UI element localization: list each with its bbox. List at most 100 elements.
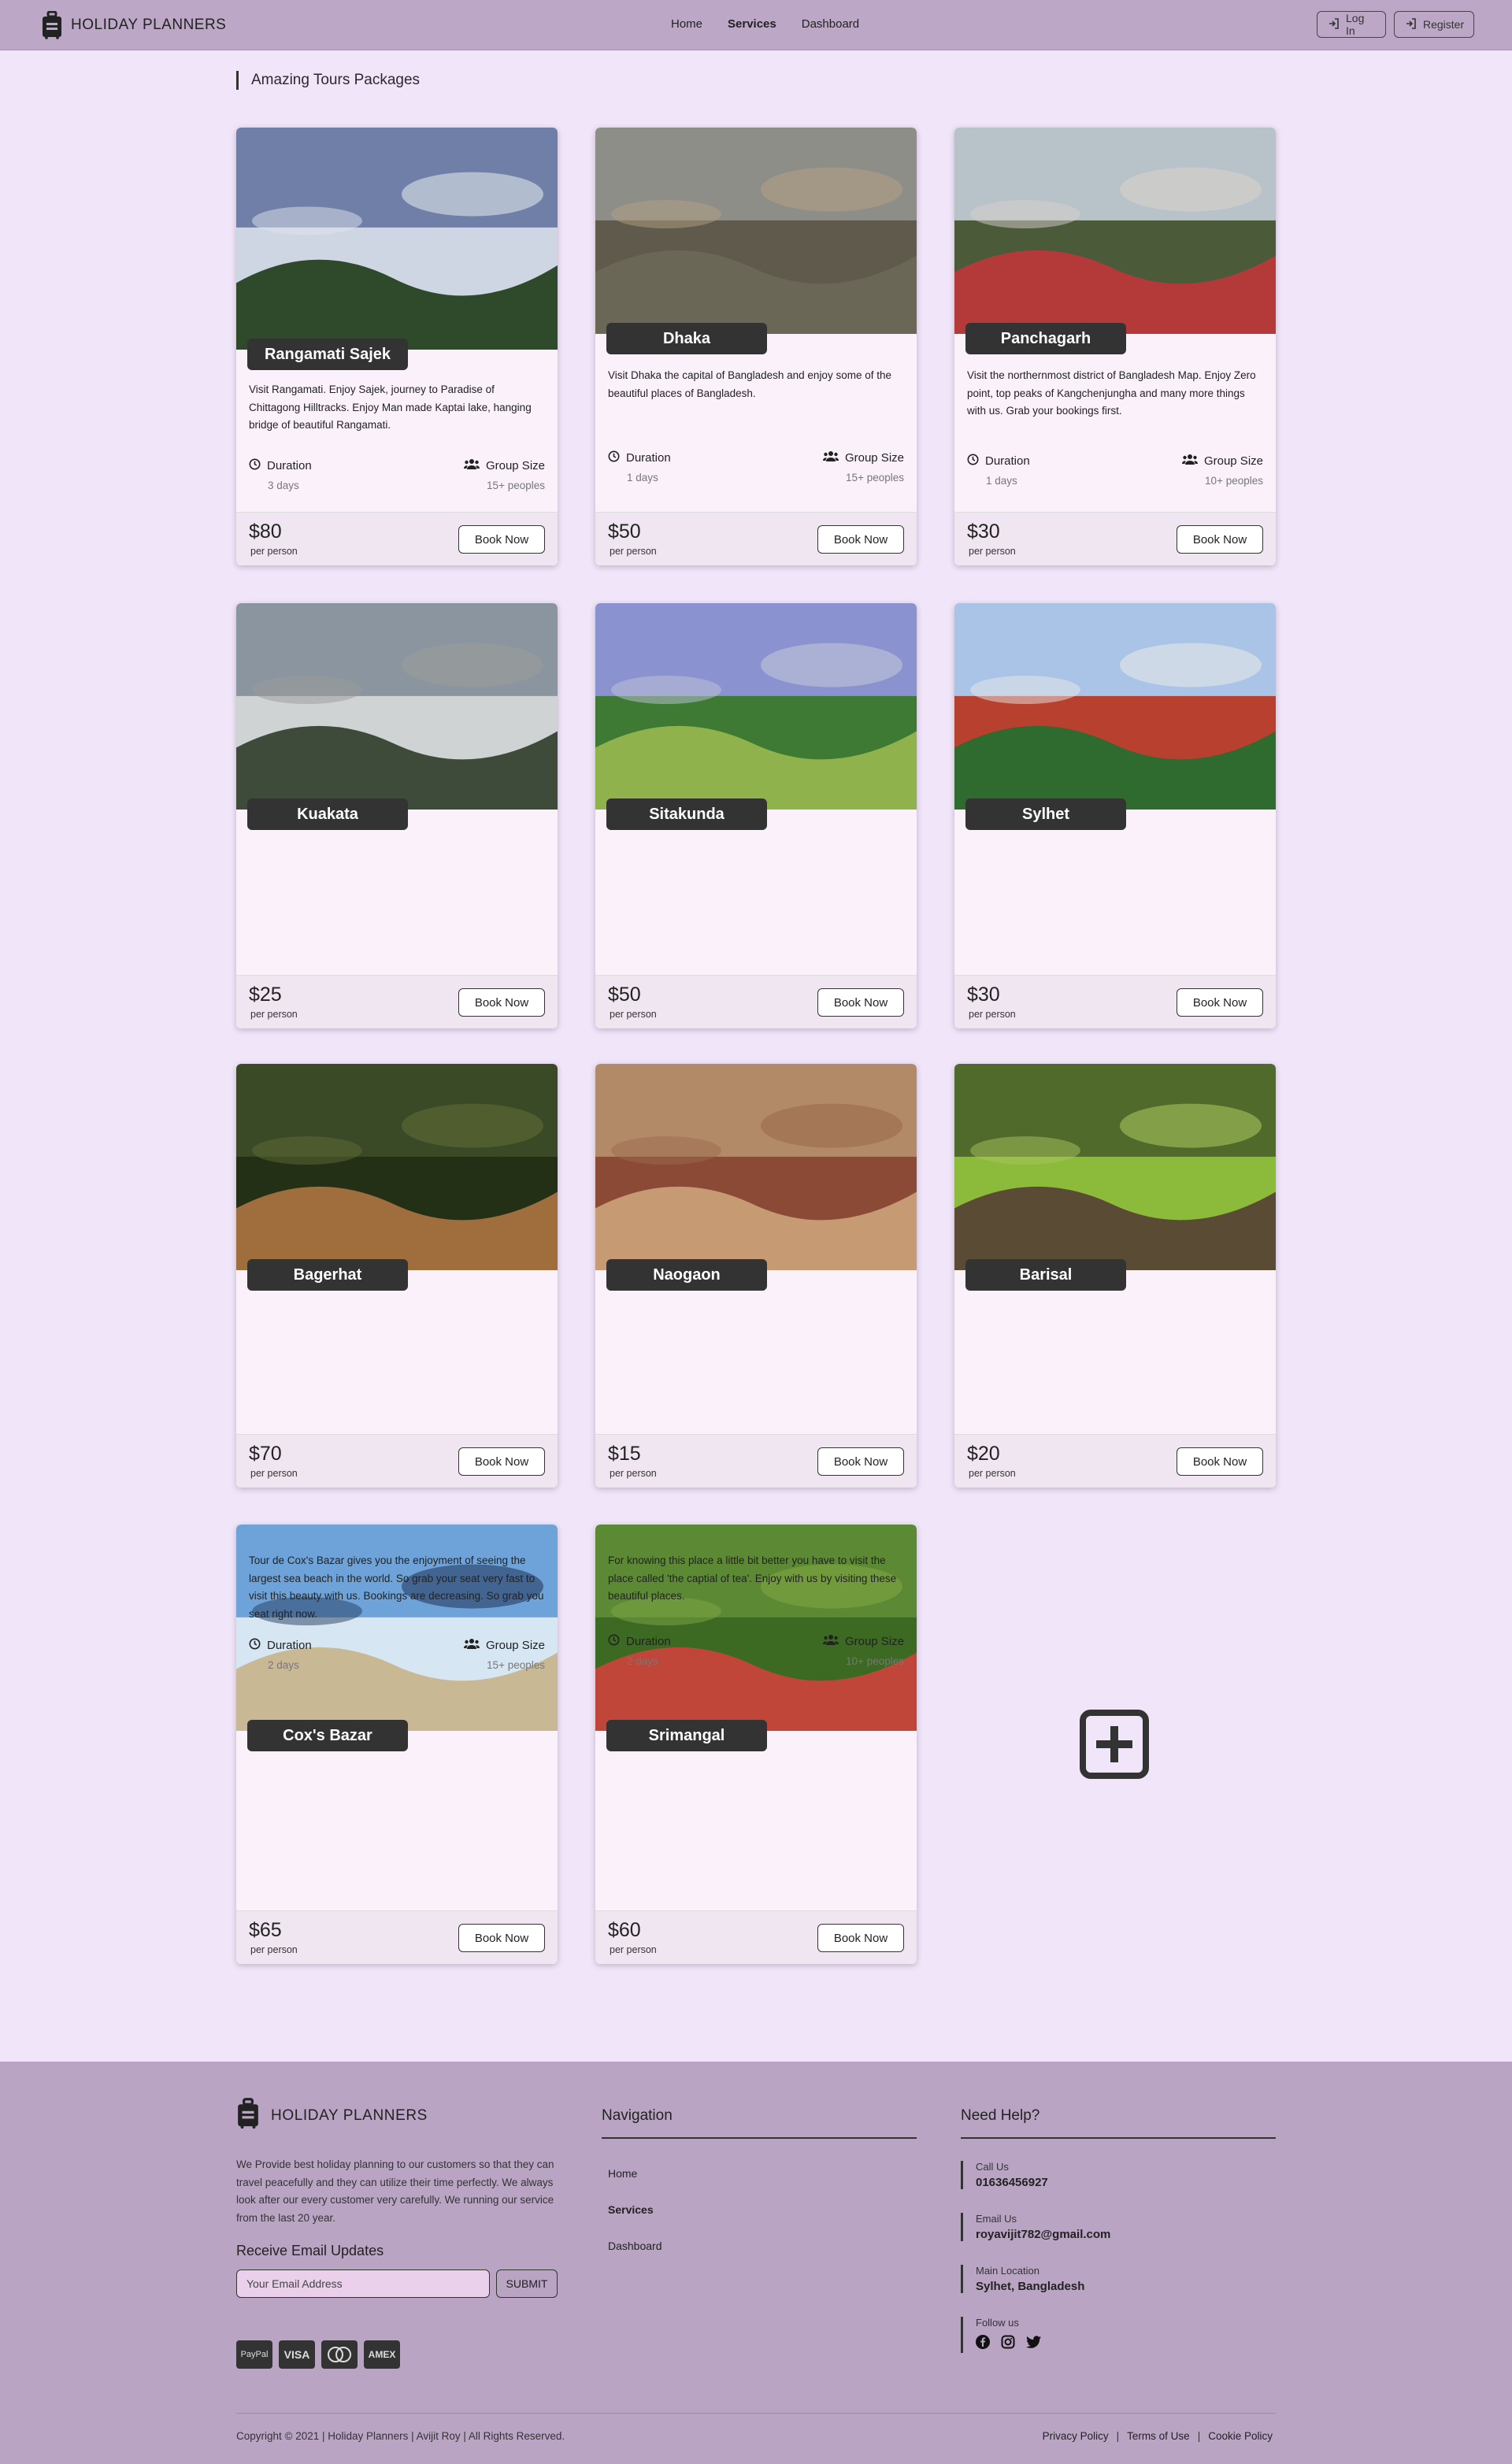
tour-price: $20 (967, 1443, 1000, 1465)
login-label: Log In (1346, 12, 1365, 37)
group-size-label: Group Size (844, 1635, 904, 1648)
tour-meta: Duration 3 days Group Size 15+ peoples (249, 458, 545, 493)
tour-description: Visit the northernmost district of Bangl… (967, 369, 1256, 417)
group-size-value: 15+ peoples (487, 480, 545, 491)
tour-card: SylhetThis is the chance to visit Sylhet… (954, 603, 1276, 1028)
card-footer: $80 per person Book Now (236, 512, 558, 565)
footer-nav-title: Navigation (602, 2107, 673, 2124)
tour-image (595, 1064, 917, 1270)
book-now-button[interactable]: Book Now (458, 988, 545, 1017)
tour-image (236, 603, 558, 810)
book-now-button[interactable]: Book Now (458, 1924, 545, 1952)
per-person-label: per person (969, 1468, 1016, 1479)
card-footer: $30 per person Book Now (954, 975, 1276, 1028)
email-input[interactable]: Your Email Address (236, 2269, 490, 2298)
per-person-label: per person (250, 1009, 298, 1020)
nav-home[interactable]: Home (671, 17, 702, 31)
amex-icon: AMEX (364, 2340, 400, 2369)
footer-brand[interactable]: HOLIDAY PLANNERS (236, 2098, 428, 2133)
tour-card: Dhaka Visit Dhaka the capital of Banglade… (595, 128, 917, 565)
footer-link-services[interactable]: Services (608, 2203, 654, 2216)
call-value[interactable]: 01636456927 (976, 2176, 1048, 2189)
tour-description: For knowing this place a little bit bett… (608, 1554, 897, 1602)
tour-image (595, 128, 917, 334)
tour-name: Rangamati Sajek (247, 339, 408, 370)
duration-block: Duration 1 days (608, 450, 671, 484)
call-label: Call Us (976, 2161, 1009, 2173)
group-size-label: Group Size (844, 451, 904, 465)
plus-square-icon (1079, 1710, 1150, 1783)
register-button[interactable]: Register (1394, 11, 1474, 38)
card-footer: $25 per person Book Now (236, 975, 558, 1028)
tour-price: $60 (608, 1919, 641, 1941)
group-size-value: 15+ peoples (846, 472, 904, 484)
book-now-button[interactable]: Book Now (458, 1447, 545, 1476)
users-icon (1181, 454, 1198, 469)
duration-block: Duration 2 days (249, 1638, 312, 1671)
book-now-button[interactable]: Book Now (817, 1447, 904, 1476)
facebook-icon[interactable] (976, 2335, 990, 2353)
users-icon (463, 458, 480, 473)
social-links (976, 2335, 1042, 2353)
book-now-button[interactable]: Book Now (1177, 988, 1263, 1017)
login-button[interactable]: Log In (1317, 11, 1386, 38)
email-value[interactable]: royavijit782@gmail.com (976, 2228, 1110, 2241)
tour-name: Dhaka (606, 323, 767, 354)
add-package-button[interactable] (1079, 1709, 1150, 1780)
help-call: Call Us 01636456927 (961, 2161, 1048, 2189)
card-footer: $20 per person Book Now (954, 1434, 1276, 1488)
nav-dashboard[interactable]: Dashboard (802, 17, 859, 31)
instagram-icon[interactable] (1001, 2335, 1015, 2353)
tour-name: Barisal (965, 1259, 1126, 1291)
footer-help-title: Need Help? (961, 2107, 1040, 2124)
users-icon (822, 450, 839, 465)
tour-description: Tour de Cox's Bazar gives you the enjoym… (249, 1554, 544, 1620)
users-icon (463, 1638, 480, 1653)
tour-price: $15 (608, 1443, 641, 1465)
duration-value: 2 days (268, 1659, 299, 1671)
book-now-button[interactable]: Book Now (817, 1924, 904, 1952)
auth-actions: Log In Register (1317, 11, 1474, 38)
per-person-label: per person (969, 1009, 1016, 1020)
per-person-label: per person (610, 1944, 657, 1955)
duration-value: 2 days (627, 1655, 658, 1667)
group-size-value: 15+ peoples (487, 1659, 545, 1671)
card-footer: $70 per person Book Now (236, 1434, 558, 1488)
tour-name: Panchagarh (965, 323, 1126, 354)
footer-divider (236, 2413, 1276, 2414)
cookie-policy-link[interactable]: Cookie Policy (1208, 2430, 1273, 2442)
terms-link[interactable]: Terms of Use (1127, 2430, 1190, 2442)
book-now-button[interactable]: Book Now (1177, 1447, 1263, 1476)
group-size-block: Group Size 15+ peoples (463, 458, 545, 491)
book-now-button[interactable]: Book Now (817, 525, 904, 554)
tour-name: Sitakunda (606, 798, 767, 830)
payment-methods: PayPal VISA AMEX (236, 2340, 400, 2369)
book-now-button[interactable]: Book Now (1177, 525, 1263, 554)
card-footer: $50 per person Book Now (595, 512, 917, 565)
per-person-label: per person (250, 1944, 298, 1955)
submit-button[interactable]: SUBMIT (496, 2269, 558, 2298)
privacy-policy-link[interactable]: Privacy Policy (1043, 2430, 1109, 2442)
nav-services[interactable]: Services (728, 17, 776, 31)
tour-name: Srimangal (606, 1720, 767, 1751)
tour-price: $50 (608, 984, 641, 1006)
group-size-label: Group Size (485, 459, 545, 472)
brand-logo[interactable]: HOLIDAY PLANNERS (41, 11, 226, 39)
group-size-block: Group Size 15+ peoples (822, 450, 904, 484)
location-label: Main Location (976, 2265, 1040, 2277)
twitter-icon[interactable] (1026, 2335, 1042, 2353)
card-footer: $60 per person Book Now (595, 1910, 917, 1964)
group-size-block: Group Size 10+ peoples (1181, 454, 1263, 487)
book-now-button[interactable]: Book Now (458, 525, 545, 554)
duration-value: 1 days (986, 475, 1017, 487)
register-label: Register (1423, 18, 1465, 31)
group-size-label: Group Size (485, 1639, 545, 1652)
clock-icon (249, 458, 261, 473)
card-footer: $15 per person Book Now (595, 1434, 917, 1488)
per-person-label: per person (250, 546, 298, 557)
footer-link-dashboard[interactable]: Dashboard (608, 2240, 662, 2252)
book-now-button[interactable]: Book Now (817, 988, 904, 1017)
navbar: HOLIDAY PLANNERS Home Services Dashboard… (0, 0, 1512, 50)
footer-link-home[interactable]: Home (608, 2167, 637, 2180)
tour-name: Kuakata (247, 798, 408, 830)
